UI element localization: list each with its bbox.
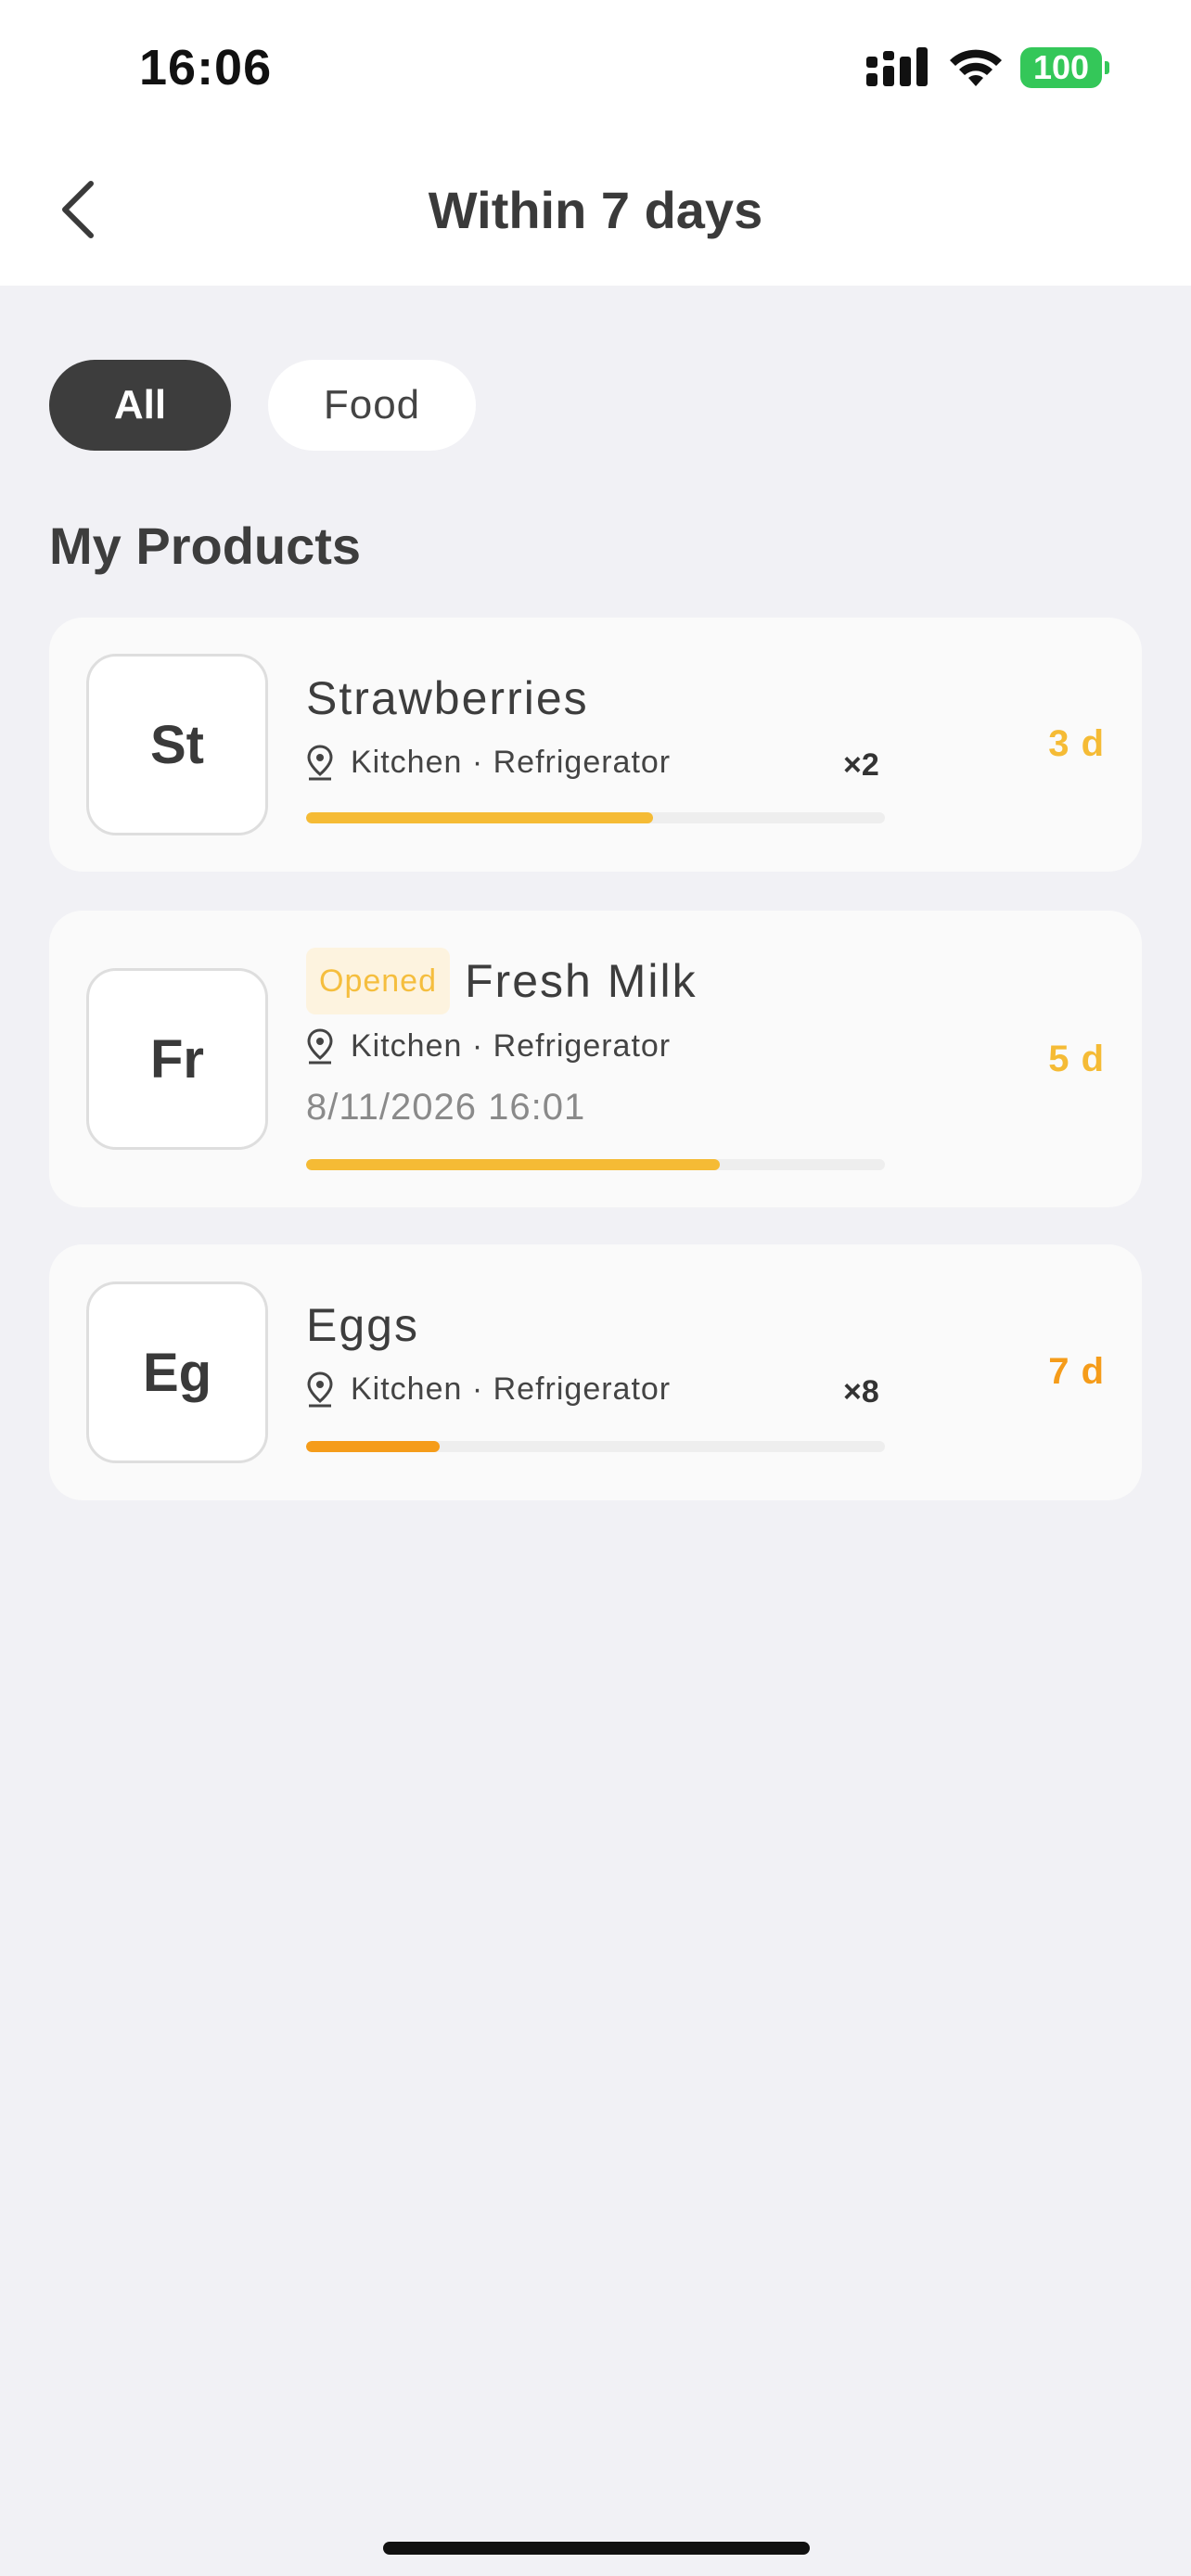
home-indicator: [383, 2542, 810, 2555]
product-date: 8/11/2026 16:01: [306, 1087, 586, 1128]
expiry-progress-track: [306, 1441, 885, 1452]
expiry-progress-track: [306, 1159, 885, 1170]
wifi-icon: [950, 49, 1002, 86]
location-pin-icon: [307, 1028, 333, 1065]
product-avatar: Fr: [86, 968, 268, 1150]
product-location-row: Kitchen · Refrigerator: [306, 744, 671, 781]
nav-bar: Within 7 days: [0, 139, 1191, 286]
expiry-progress-fill: [306, 1159, 720, 1170]
status-bar: 16:06 100: [0, 0, 1191, 139]
filter-chip-food[interactable]: Food: [268, 360, 476, 451]
product-card-fresh-milk[interactable]: Fr Opened Fresh Milk Kitchen · Refrigera…: [49, 911, 1142, 1207]
signal-icon: [866, 47, 928, 86]
product-location: Kitchen · Refrigerator: [351, 744, 672, 780]
product-name-row: Opened Fresh Milk: [306, 948, 698, 1014]
product-location-row: Kitchen · Refrigerator: [306, 1027, 671, 1065]
product-location-row: Kitchen · Refrigerator: [306, 1371, 671, 1408]
product-quantity: ×2: [843, 747, 879, 783]
product-avatar: St: [86, 654, 268, 835]
expiry-progress-track: [306, 812, 885, 823]
days-left: 7 d: [1048, 1351, 1105, 1392]
section-title: My Products: [49, 516, 362, 575]
battery-icon: 100: [1020, 47, 1109, 88]
product-location: Kitchen · Refrigerator: [351, 1027, 672, 1064]
page-title: Within 7 days: [428, 181, 763, 239]
location-pin-icon: [307, 1371, 333, 1408]
product-card-eggs[interactable]: Eg Eggs Kitchen · Refrigerator ×8 7 d: [49, 1244, 1142, 1500]
product-card-strawberries[interactable]: St Strawberries Kitchen · Refrigerator ×…: [49, 618, 1142, 872]
product-name: Strawberries: [306, 672, 589, 724]
expiry-progress-fill: [306, 812, 654, 823]
product-quantity: ×8: [843, 1374, 879, 1409]
product-name-row: Eggs: [306, 1298, 419, 1352]
location-pin-icon: [307, 745, 333, 781]
product-name: Fresh Milk: [465, 955, 698, 1007]
filter-chip-all[interactable]: All: [49, 360, 231, 451]
opened-badge: Opened: [306, 948, 450, 1014]
product-name-row: Strawberries: [306, 671, 589, 725]
product-avatar: Eg: [86, 1282, 268, 1463]
days-left: 3 d: [1048, 723, 1105, 764]
status-icons: 100: [866, 45, 1109, 91]
expiry-progress-fill: [306, 1441, 440, 1452]
days-left: 5 d: [1048, 1039, 1105, 1079]
filter-chips: All Food: [49, 360, 476, 451]
status-time: 16:06: [139, 40, 273, 96]
product-location: Kitchen · Refrigerator: [351, 1371, 672, 1407]
product-name: Eggs: [306, 1299, 419, 1351]
